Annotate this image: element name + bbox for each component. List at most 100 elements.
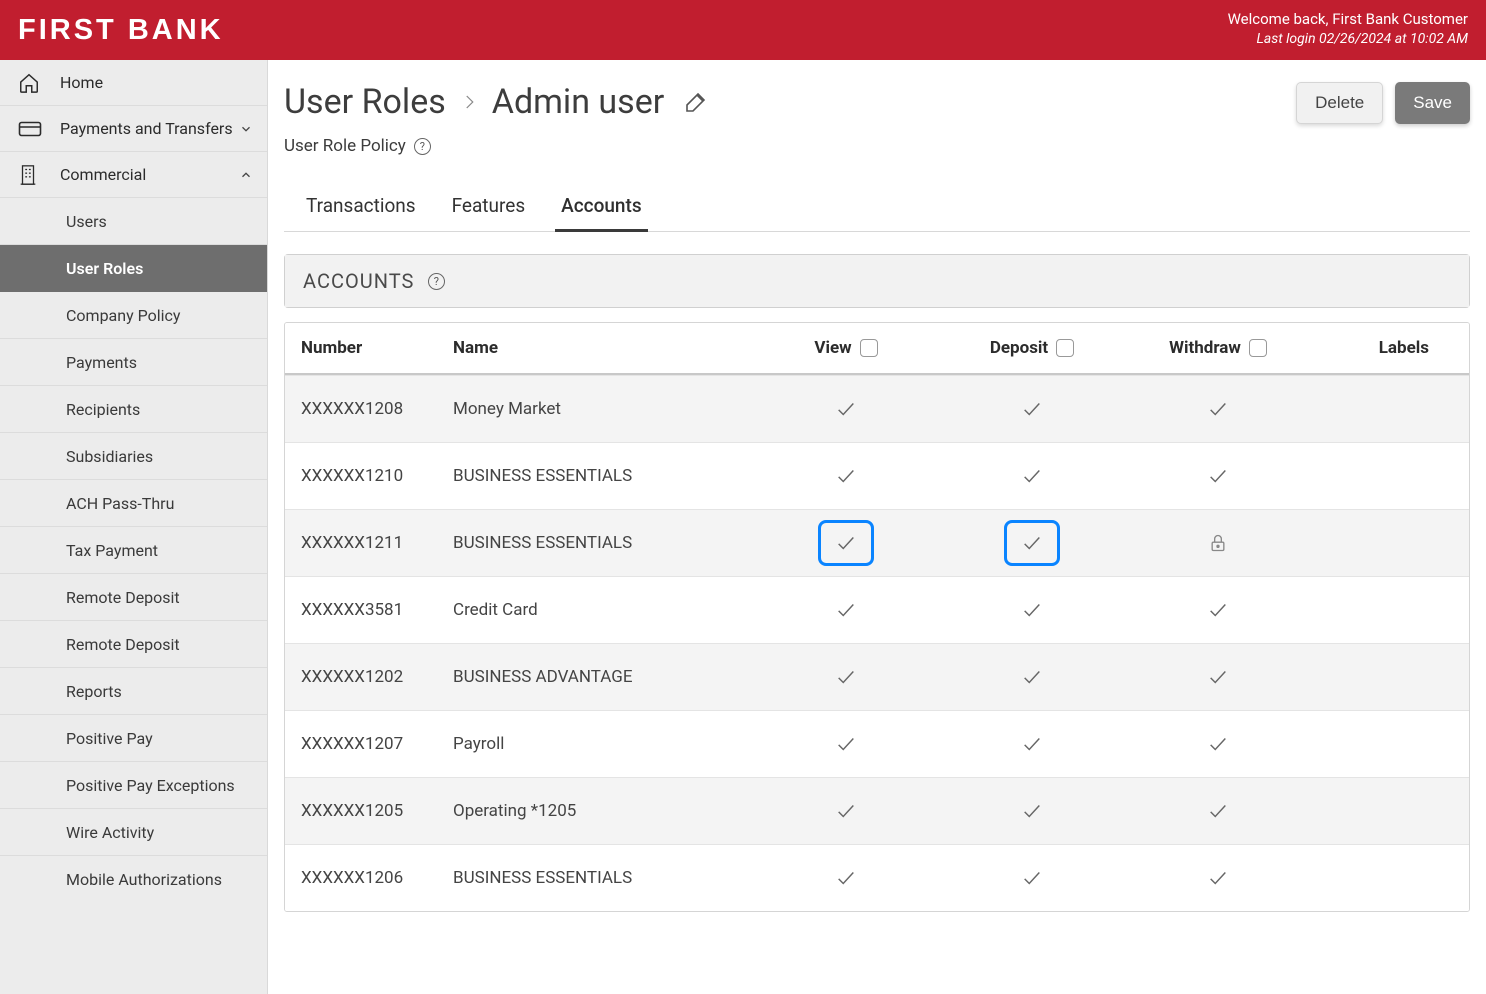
view-toggle[interactable] [753, 666, 939, 688]
table-row[interactable]: XXXXXX1208Money Market [285, 375, 1469, 442]
withdraw-all-checkbox[interactable] [1249, 339, 1267, 357]
breadcrumb-root[interactable]: User Roles [284, 82, 446, 122]
sidebar-subitem-remote-deposit-2[interactable]: Remote Deposit [0, 621, 267, 668]
sidebar-subitem-reports[interactable]: Reports [0, 668, 267, 715]
sidebar-subitem-label: Wire Activity [66, 823, 154, 842]
sidebar-subitem-wire-activity[interactable]: Wire Activity [0, 809, 267, 856]
view-all-checkbox[interactable] [860, 339, 878, 357]
table-row[interactable]: XXXXXX1205Operating *1205 [285, 777, 1469, 844]
withdraw-toggle[interactable] [1125, 465, 1311, 487]
sidebar-subitem-remote-deposit-1[interactable]: Remote Deposit [0, 574, 267, 621]
sidebar-subitem-users[interactable]: Users [0, 198, 267, 245]
sidebar: Home Payments and Transfers Commercial U… [0, 60, 268, 994]
deposit-toggle[interactable] [939, 398, 1125, 420]
breadcrumb-leaf: Admin user [492, 82, 665, 122]
th-name[interactable]: Name [453, 338, 753, 358]
th-number[interactable]: Number [293, 338, 453, 358]
withdraw-toggle[interactable] [1125, 599, 1311, 621]
sidebar-subitem-recipients[interactable]: Recipients [0, 386, 267, 433]
welcome-text: Welcome back, First Bank Customer [1228, 9, 1468, 29]
view-toggle[interactable] [753, 800, 939, 822]
sidebar-subitem-company-policy[interactable]: Company Policy [0, 292, 267, 339]
deposit-toggle[interactable] [939, 867, 1125, 889]
cell-number: XXXXXX1210 [293, 466, 453, 486]
withdraw-toggle[interactable] [1125, 867, 1311, 889]
sidebar-subitem-label: Reports [66, 682, 122, 701]
th-deposit: Deposit [939, 338, 1125, 358]
cell-number: XXXXXX1205 [293, 801, 453, 821]
deposit-toggle[interactable] [939, 733, 1125, 755]
th-view-label: View [814, 338, 851, 358]
table-row[interactable]: XXXXXX1206BUSINESS ESSENTIALS [285, 844, 1469, 911]
edit-icon[interactable] [684, 90, 708, 114]
view-toggle[interactable] [818, 520, 874, 566]
cell-name: Credit Card [453, 600, 753, 620]
sidebar-subitem-subsidiaries[interactable]: Subsidiaries [0, 433, 267, 480]
tab-transactions[interactable]: Transactions [306, 194, 416, 231]
brand-logo: FIRST BANK [18, 14, 224, 47]
cell-name: Money Market [453, 399, 753, 419]
withdraw-toggle[interactable] [1125, 666, 1311, 688]
th-deposit-label: Deposit [990, 338, 1048, 358]
lock-icon [1125, 532, 1311, 554]
deposit-toggle[interactable] [939, 465, 1125, 487]
cell-name: Operating *1205 [453, 801, 753, 821]
deposit-toggle[interactable] [1004, 520, 1060, 566]
table-row[interactable]: XXXXXX1202BUSINESS ADVANTAGE [285, 643, 1469, 710]
home-icon [18, 72, 46, 94]
deposit-toggle[interactable] [939, 666, 1125, 688]
delete-button[interactable]: Delete [1296, 82, 1383, 124]
sidebar-item-commercial[interactable]: Commercial [0, 152, 267, 198]
breadcrumb: User Roles Admin user [284, 82, 708, 122]
table-header: Number Name View Deposit Withdraw Labels [285, 323, 1469, 375]
main-content: User Roles Admin user Delete Save User R… [268, 60, 1486, 994]
sidebar-subitem-mobile-auth[interactable]: Mobile Authorizations [0, 856, 267, 903]
tab-accounts[interactable]: Accounts [561, 194, 641, 231]
view-toggle[interactable] [753, 599, 939, 621]
accounts-panel: ACCOUNTS ? [284, 254, 1470, 308]
withdraw-toggle[interactable] [1125, 398, 1311, 420]
table-row[interactable]: XXXXXX1211BUSINESS ESSENTIALS [285, 509, 1469, 576]
deposit-toggle[interactable] [939, 599, 1125, 621]
sidebar-subitem-tax[interactable]: Tax Payment [0, 527, 267, 574]
th-withdraw-label: Withdraw [1169, 338, 1241, 358]
deposit-toggle[interactable] [939, 800, 1125, 822]
header-user-info: Welcome back, First Bank Customer Last l… [1228, 9, 1468, 48]
chevron-right-icon [460, 87, 478, 117]
view-toggle[interactable] [753, 398, 939, 420]
th-labels: Labels [1311, 338, 1461, 358]
sidebar-subitem-positive-pay[interactable]: Positive Pay [0, 715, 267, 762]
sidebar-item-label: Home [60, 73, 253, 92]
sidebar-item-payments-transfers[interactable]: Payments and Transfers [0, 106, 267, 152]
cell-name: BUSINESS ESSENTIALS [453, 533, 753, 553]
table-row[interactable]: XXXXXX3581Credit Card [285, 576, 1469, 643]
tab-features[interactable]: Features [452, 194, 526, 231]
sidebar-subitem-label: Company Policy [66, 306, 180, 325]
sidebar-subitem-positive-pay-exceptions[interactable]: Positive Pay Exceptions [0, 762, 267, 809]
table-row[interactable]: XXXXXX1210BUSINESS ESSENTIALS [285, 442, 1469, 509]
withdraw-toggle[interactable] [1125, 800, 1311, 822]
chevron-down-icon [239, 122, 253, 136]
cell-number: XXXXXX1206 [293, 868, 453, 888]
sidebar-subitem-user-roles[interactable]: User Roles [0, 245, 267, 292]
table-row[interactable]: XXXXXX1207Payroll [285, 710, 1469, 777]
deposit-all-checkbox[interactable] [1056, 339, 1074, 357]
policy-label: User Role Policy [284, 136, 406, 156]
sidebar-subitem-label: Remote Deposit [66, 635, 180, 654]
sidebar-subitem-payments[interactable]: Payments [0, 339, 267, 386]
sidebar-subitem-label: ACH Pass-Thru [66, 494, 174, 513]
view-toggle[interactable] [753, 867, 939, 889]
view-toggle[interactable] [753, 733, 939, 755]
sidebar-subitem-label: Positive Pay [66, 729, 153, 748]
cell-name: BUSINESS ESSENTIALS [453, 868, 753, 888]
help-icon[interactable]: ? [428, 273, 445, 290]
tabs: Transactions Features Accounts [284, 194, 1470, 232]
save-button[interactable]: Save [1395, 82, 1470, 124]
sidebar-subitem-ach[interactable]: ACH Pass-Thru [0, 480, 267, 527]
withdraw-toggle[interactable] [1125, 733, 1311, 755]
help-icon[interactable]: ? [414, 138, 431, 155]
cell-number: XXXXXX3581 [293, 600, 453, 620]
cell-number: XXXXXX1202 [293, 667, 453, 687]
view-toggle[interactable] [753, 465, 939, 487]
sidebar-item-home[interactable]: Home [0, 60, 267, 106]
